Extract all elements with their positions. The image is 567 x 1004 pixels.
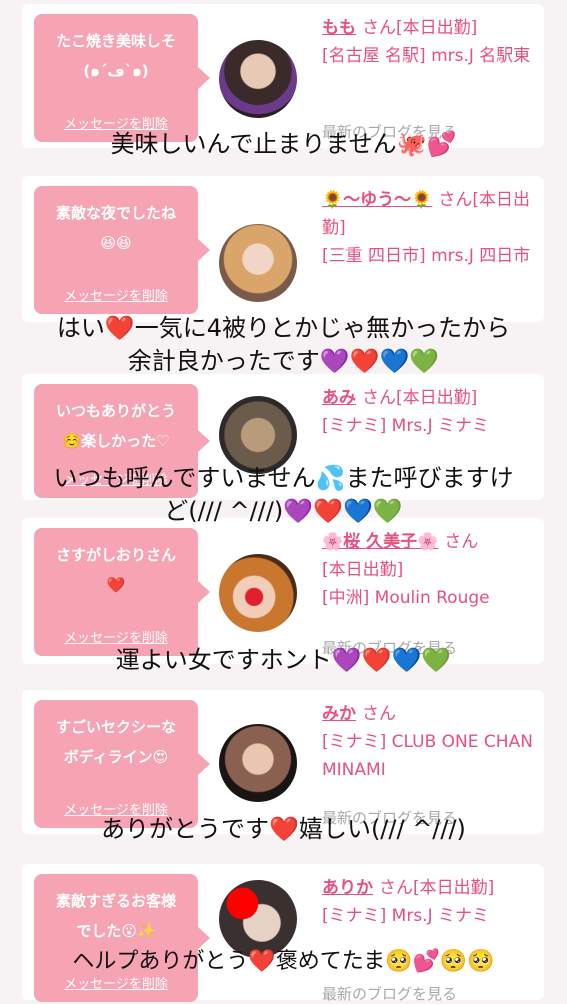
honorific: さん: [362, 18, 396, 38]
message-bubble: すごいセクシーな ボディライン😍 メッセージを削除: [34, 700, 210, 828]
honorific: さん: [438, 190, 473, 210]
caption-overlay: ありがとうです❤️嬉しい(/// ^///): [101, 815, 466, 843]
cast-name-link[interactable]: みか: [322, 704, 356, 724]
shop-text: [ミナミ] Mrs.J ミナミ: [322, 416, 490, 436]
blog-link[interactable]: 最新のブログを見る: [322, 983, 457, 1004]
message-text: 素敵な夜でしたね 😆😆: [55, 204, 176, 252]
status-text: [本日出勤]: [322, 560, 404, 580]
message-card: 素敵すぎるお客様 でした😮✨ メッセージを削除 ありか さん[本日出勤] [ミナミ…: [22, 864, 544, 1003]
shop-text: [名古屋 名駅] mrs.J 名駅東: [322, 46, 531, 66]
caption-overlay: はい❤️一気に4被りとかじゃ無かったから: [56, 314, 511, 342]
caption-overlay: 余計良かったです💜❤️💙💚: [127, 347, 440, 375]
message-card: 素敵な夜でしたね 😆😆 メッセージを削除 🌻〜ゆう〜🌻 さん[本日出勤] [三重 …: [22, 176, 544, 322]
caption-overlay: 運よい女ですホント💜❤️💙💚: [115, 646, 452, 674]
status-text: [本日出勤]: [396, 388, 478, 408]
cast-info: みか さん [ミナミ] CLUB ONE CHAN MINAMI: [322, 700, 534, 784]
avatar[interactable]: [219, 554, 297, 632]
shop-text: [中洲] Moulin Rouge: [322, 588, 490, 608]
message-text: たこ焼き美味しそ (๑´ڡ`๑): [55, 32, 176, 80]
cast-info: ありか さん[本日出勤] [ミナミ] Mrs.J ミナミ: [322, 874, 534, 930]
cast-name-link[interactable]: もも: [322, 18, 356, 38]
status-text: [本日出勤]: [413, 878, 495, 898]
honorific: さん: [444, 532, 479, 552]
message-text: すごいセクシーな ボディライン😍: [55, 718, 176, 766]
cast-info: 🌸桜 久美子🌸 さん [本日出勤] [中洲] Moulin Rouge: [322, 528, 534, 612]
shop-text: [三重 四日市] mrs.J 四日市: [322, 246, 531, 266]
avatar[interactable]: [219, 40, 297, 118]
message-text: 素敵すぎるお客様 でした😮✨: [55, 892, 176, 940]
message-text: いつもありがとう ☺️楽しかった♡: [55, 402, 176, 450]
cast-info: あみ さん[本日出勤] [ミナミ] Mrs.J ミナミ: [322, 384, 534, 440]
message-text: さすがしおりさん ❤️: [55, 546, 176, 594]
caption-overlay: ヘルプありがとう❤️褒めてたま🥺💕🥺🥺: [72, 949, 495, 974]
cast-info: 🌻〜ゆう〜🌻 さん[本日出勤] [三重 四日市] mrs.J 四日市: [322, 186, 534, 270]
cast-name-link[interactable]: あみ: [322, 388, 356, 408]
message-card: さすがしおりさん ❤️ メッセージを削除 🌸桜 久美子🌸 さん [本日出勤] [中…: [22, 518, 544, 664]
cast-name-link[interactable]: 🌸桜 久美子🌸: [322, 532, 438, 552]
message-bubble: たこ焼き美味しそ (๑´ڡ`๑) メッセージを削除: [34, 14, 210, 142]
message-bubble: さすがしおりさん ❤️ メッセージを削除: [34, 528, 210, 656]
honorific: さん: [362, 704, 396, 724]
honorific: さん: [362, 388, 396, 408]
message-card: たこ焼き美味しそ (๑´ڡ`๑) メッセージを削除 もも さん[本日出勤] [名古…: [22, 4, 544, 148]
caption-overlay: ど(/// ^///)💜❤️💙💚: [164, 497, 403, 525]
cast-name-link[interactable]: ありか: [322, 878, 373, 898]
status-text: [本日出勤]: [396, 18, 478, 38]
message-bubble: 素敵すぎるお客様 でした😮✨ メッセージを削除: [34, 874, 210, 1002]
caption-overlay: 美味しいんで止まりません🐙💕: [110, 130, 457, 158]
delete-message-link[interactable]: メッセージを削除: [34, 285, 198, 304]
avatar[interactable]: [219, 724, 297, 802]
shop-text: [ミナミ] Mrs.J ミナミ: [322, 906, 490, 926]
message-bubble: 素敵な夜でしたね 😆😆 メッセージを削除: [34, 186, 210, 314]
honorific: さん: [379, 878, 413, 898]
cast-name-link[interactable]: 🌻〜ゆう〜🌻: [322, 190, 432, 210]
avatar[interactable]: [219, 224, 297, 302]
cast-info: もも さん[本日出勤] [名古屋 名駅] mrs.J 名駅東: [322, 14, 534, 70]
caption-overlay: いつも呼んですいません💦また呼びますけ: [53, 464, 514, 492]
shop-text: [ミナミ] CLUB ONE CHAN MINAMI: [322, 732, 533, 780]
